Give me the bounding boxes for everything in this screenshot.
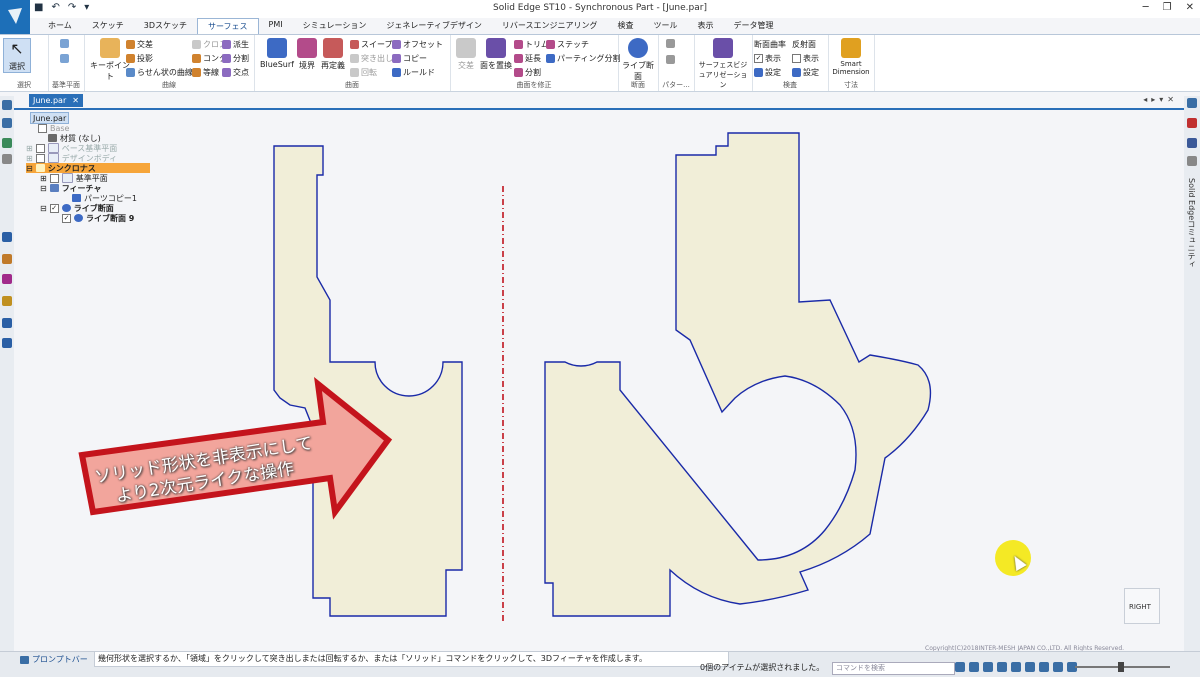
zoom-icon[interactable] xyxy=(969,662,979,672)
shading-icon[interactable] xyxy=(1053,662,1063,672)
style-icon[interactable] xyxy=(1039,662,1049,672)
right-section-region[interactable] xyxy=(544,132,932,617)
fit-icon[interactable] xyxy=(983,662,993,672)
zoom-area-icon[interactable] xyxy=(955,662,965,672)
view-controls xyxy=(955,662,1077,672)
prompt-message: 幾何形状を選択するか、「領域」をクリックして突き出しまたは回転するか、または「ソ… xyxy=(94,651,729,667)
help-icon[interactable] xyxy=(1187,98,1197,108)
view-orient-icon[interactable] xyxy=(1025,662,1035,672)
left-section-region[interactable] xyxy=(273,145,463,617)
rotate-icon[interactable] xyxy=(1011,662,1021,672)
community-panel-label[interactable]: Solid Edgeコミュニティ xyxy=(1186,178,1197,268)
prompt-bar-label[interactable]: プロンプトバー xyxy=(20,654,88,665)
youtube-icon[interactable] xyxy=(1187,118,1197,128)
close-icon[interactable]: ✕ xyxy=(1186,2,1194,13)
facebook-icon[interactable] xyxy=(1187,138,1197,148)
zoom-slider-handle[interactable] xyxy=(1118,662,1124,672)
pan-icon[interactable] xyxy=(997,662,1007,672)
selection-status: 0個のアイテムが選択されました。 xyxy=(700,663,825,672)
view-cube[interactable]: RIGHT xyxy=(1124,588,1160,624)
prompt-bar-icon xyxy=(20,655,29,664)
community-icon[interactable] xyxy=(1187,156,1197,166)
command-search-input[interactable]: コマンドを検索 xyxy=(832,662,955,675)
